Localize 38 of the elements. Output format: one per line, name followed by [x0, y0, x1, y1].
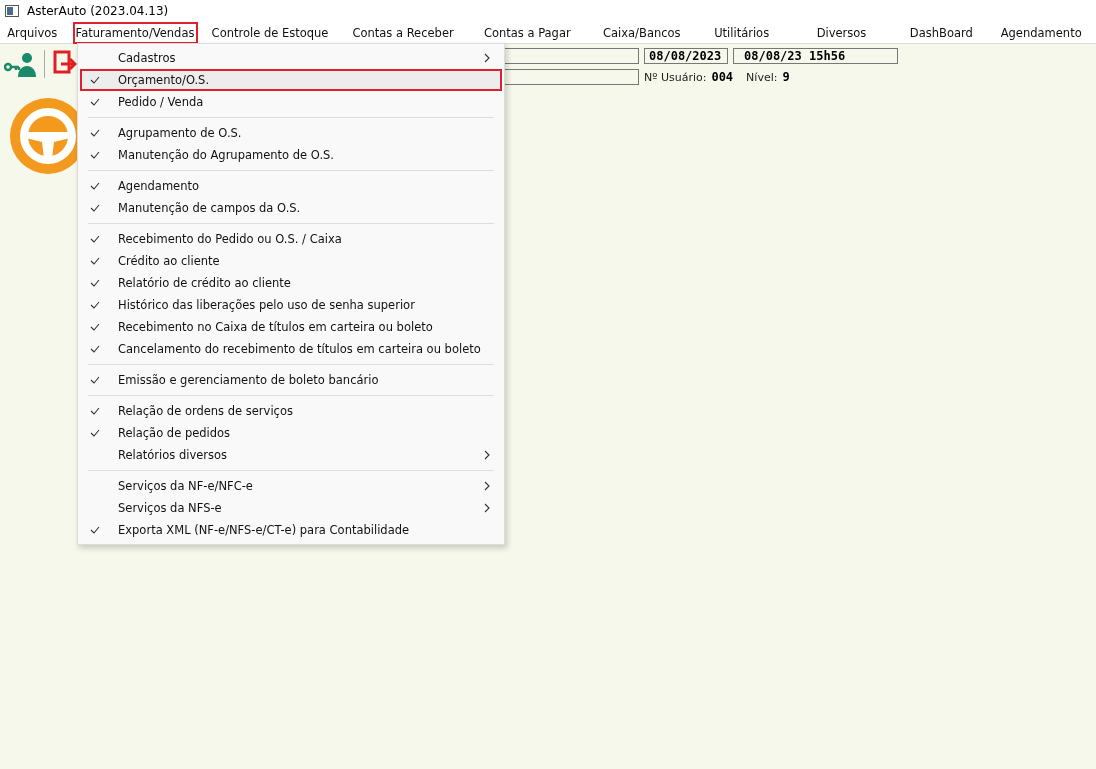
menu-item[interactable]: Relatórios diversos [80, 444, 502, 466]
menu-item[interactable]: Recebimento do Pedido ou O.S. / Caixa [80, 228, 502, 250]
menu-item[interactable]: Manutenção de campos da O.S. [80, 197, 502, 219]
menu-item[interactable]: Crédito ao cliente [80, 250, 502, 272]
menu-item[interactable]: Histórico das liberações pelo uso de senha superior [80, 294, 502, 316]
menu-bar-item[interactable]: DashBoard [900, 21, 983, 44]
user-number: 004 [711, 70, 734, 84]
level-value: 9 [782, 70, 790, 84]
menu-item[interactable]: Agrupamento de O.S. [80, 122, 502, 144]
key-user-icon[interactable] [4, 50, 36, 78]
menu-item[interactable]: Agendamento [80, 175, 502, 197]
menu-bar-item[interactable]: Agendamento [990, 21, 1092, 44]
menu-item[interactable]: Orçamento/O.S. [80, 69, 502, 91]
date-field: 08/08/2023 [644, 48, 728, 64]
window-title: AsterAuto (2023.04.13) [27, 4, 169, 18]
menu-bar-item[interactable]: Caixa/Bancos [591, 21, 693, 44]
user-label: Nº Usuário: [644, 70, 707, 84]
menu-item[interactable]: Cancelamento do recebimento de títulos em carteira ou boleto [80, 338, 502, 360]
menu-item[interactable]: Cadastros [80, 47, 502, 69]
menu-item[interactable]: Recebimento no Caixa de títulos em carteira ou boleto [80, 316, 502, 338]
menu-item[interactable]: Serviços da NF-e/NFC-e [80, 475, 502, 497]
menu-bar-item[interactable]: Arquivos [0, 21, 65, 44]
datetime-field: 08/08/23 15h56 [733, 48, 898, 64]
menu-item[interactable]: Relatório de crédito ao cliente [80, 272, 502, 294]
menu-item[interactable]: Relação de pedidos [80, 422, 502, 444]
menu-item[interactable]: Exporta XML (NF-e/NFS-e/CT-e) para Contabilidade [80, 519, 502, 541]
menu-bar-item[interactable]: Controle de Estoque [205, 21, 335, 44]
app-icon [5, 5, 19, 17]
menu-item[interactable]: Serviços da NFS-e [80, 497, 502, 519]
menu-item[interactable]: Manutenção do Agrupamento de O.S. [80, 144, 502, 166]
menu-item[interactable]: Relação de ordens de serviços [80, 400, 502, 422]
menu-bar-item[interactable]: Contas a Receber [342, 21, 464, 44]
level-label: Nível: [746, 70, 778, 84]
menu-bar-item[interactable]: Utilitários [700, 21, 783, 44]
menu-bar-item[interactable]: Contas a Pagar [471, 21, 583, 44]
menu-bar-item[interactable]: Diversos [790, 21, 893, 44]
menu-item[interactable]: Emissão e gerenciamento de boleto bancário [80, 369, 502, 391]
menu-item[interactable]: Pedido / Venda [80, 91, 502, 113]
